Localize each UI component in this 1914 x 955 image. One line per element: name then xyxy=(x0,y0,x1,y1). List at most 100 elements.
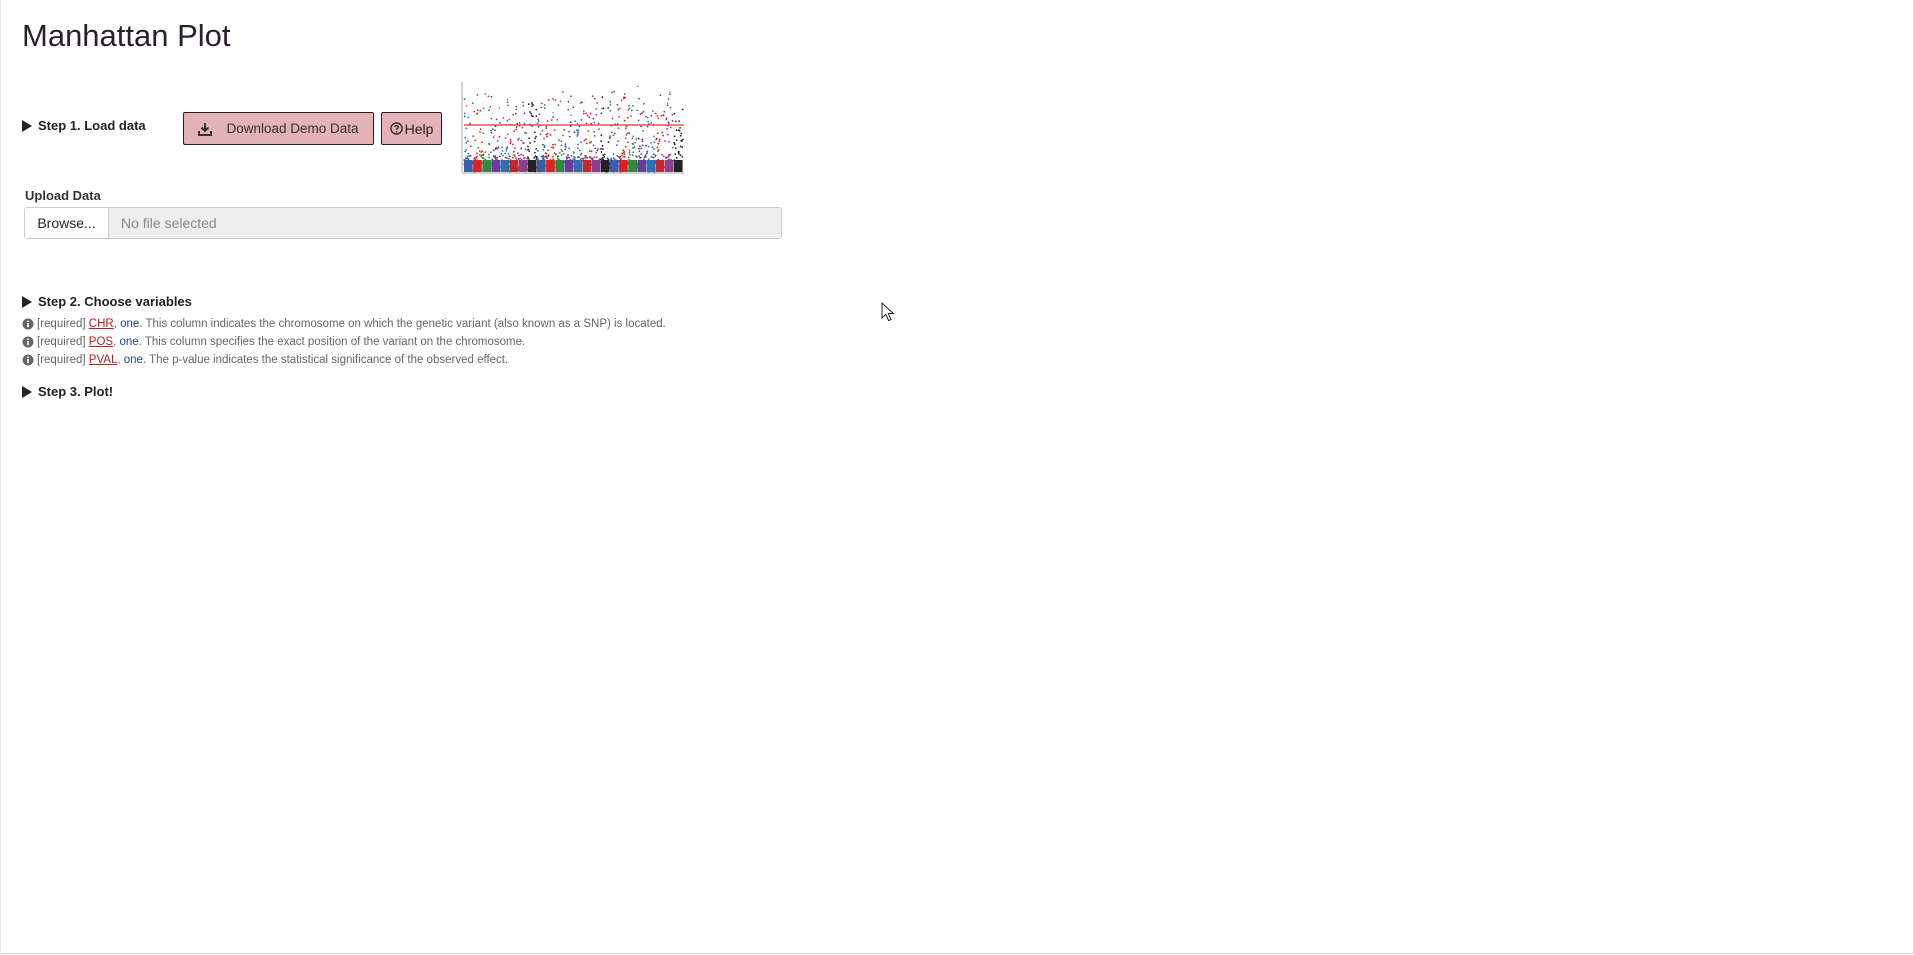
thumbnail-point xyxy=(662,134,664,137)
thumbnail-point xyxy=(577,147,579,150)
thumbnail-point xyxy=(537,118,540,121)
thumbnail-point xyxy=(680,139,683,142)
thumbnail-point xyxy=(680,132,683,135)
thumbnail-point xyxy=(579,149,581,152)
thumbnail-point xyxy=(587,130,590,132)
thumbnail-point xyxy=(681,156,684,158)
thumbnail-point xyxy=(664,140,666,142)
thumbnail-point xyxy=(570,155,573,157)
download-demo-data-label: Download Demo Data xyxy=(226,121,359,136)
thumbnail-point xyxy=(554,99,557,101)
thumbnail-point xyxy=(561,150,564,153)
thumbnail-point xyxy=(592,117,595,120)
thumbnail-point xyxy=(585,112,587,115)
step-1-toggle[interactable]: Step 1. Load data xyxy=(22,118,146,133)
thumbnail-point xyxy=(577,131,580,134)
thumbnail-point xyxy=(654,154,657,156)
thumbnail-point xyxy=(589,142,591,144)
thumbnail-point xyxy=(515,105,517,108)
thumbnail-point xyxy=(611,117,614,120)
thumbnail-point xyxy=(524,157,526,159)
thumbnail-point xyxy=(621,154,623,157)
thumbnail-bar xyxy=(546,160,555,172)
thumbnail-point xyxy=(582,112,585,115)
variable-row-pos: [required] POS, one. This column specifi… xyxy=(22,336,525,348)
thumbnail-point xyxy=(600,140,603,143)
variable-name-chr[interactable]: CHR xyxy=(89,318,114,330)
thumbnail-point xyxy=(642,110,645,113)
thumbnail-point xyxy=(638,147,640,150)
thumbnail-point xyxy=(541,129,544,132)
thumbnail-point xyxy=(653,148,655,150)
thumbnail-point xyxy=(657,150,659,152)
thumbnail-point xyxy=(520,139,523,142)
thumbnail-point xyxy=(488,156,490,159)
thumbnail-point xyxy=(602,107,605,110)
thumbnail-point xyxy=(612,153,615,155)
thumbnail-point xyxy=(639,145,641,148)
thumbnail-point xyxy=(641,144,644,147)
thumbnail-point xyxy=(584,156,587,159)
thumbnail-point xyxy=(673,112,676,115)
thumbnail-point xyxy=(640,153,643,155)
thumbnail-point xyxy=(480,151,483,153)
thumbnail-point xyxy=(588,156,591,158)
thumbnail-point xyxy=(527,145,529,148)
thumbnail-point xyxy=(535,135,537,138)
thumbnail-point xyxy=(567,100,570,103)
thumbnail-bar xyxy=(555,160,564,172)
thumbnail-point xyxy=(554,143,556,146)
thumbnail-point xyxy=(561,91,564,93)
thumbnail-point xyxy=(496,140,499,142)
thumbnail-outlier xyxy=(498,107,500,109)
thumbnail-bar xyxy=(527,160,537,172)
thumbnail-point xyxy=(467,116,470,119)
thumbnail-point xyxy=(520,153,522,156)
thumbnail-point xyxy=(476,109,479,111)
thumbnail-point xyxy=(504,137,507,139)
thumbnail-point xyxy=(624,127,627,130)
thumbnail-point xyxy=(577,129,580,131)
thumbnail-point xyxy=(494,129,496,132)
download-demo-data-button[interactable]: Download Demo Data xyxy=(183,112,374,145)
thumbnail-point xyxy=(666,127,669,130)
thumbnail-point xyxy=(646,125,649,128)
thumbnail-point xyxy=(628,107,631,110)
thumbnail-point xyxy=(515,128,517,131)
thumbnail-point xyxy=(601,148,604,151)
thumbnail-point xyxy=(617,140,619,142)
thumbnail-point xyxy=(530,112,532,115)
thumbnail-point xyxy=(481,141,484,144)
thumbnail-point xyxy=(625,134,628,136)
thumbnail-point xyxy=(578,156,580,159)
thumbnail-point xyxy=(580,119,583,121)
thumbnail-point xyxy=(651,146,654,148)
thumbnail-bar xyxy=(464,160,473,172)
thumbnail-point xyxy=(654,112,657,115)
variable-name-pval[interactable]: PVAL xyxy=(89,354,118,366)
thumbnail-point xyxy=(598,128,600,130)
thumbnail-point xyxy=(666,156,669,159)
thumbnail-point xyxy=(679,127,681,129)
thumbnail-point xyxy=(482,132,485,134)
variable-description: . This column specifies the exact positi… xyxy=(138,336,526,348)
step-2-toggle[interactable]: Step 2. Choose variables xyxy=(22,294,192,309)
thumbnail-point xyxy=(581,158,584,160)
thumbnail-point xyxy=(661,153,663,156)
thumbnail-outlier xyxy=(552,112,554,114)
thumbnail-bar xyxy=(646,160,656,172)
thumbnail-point xyxy=(482,157,485,160)
help-button[interactable]: Help xyxy=(381,112,442,145)
thumbnail-point xyxy=(492,149,495,152)
thumbnail-point xyxy=(662,114,665,117)
variable-name-pos[interactable]: POS xyxy=(89,336,113,348)
thumbnail-point xyxy=(616,103,619,106)
thumbnail-point xyxy=(546,120,549,122)
step-3-toggle[interactable]: Step 3. Plot! xyxy=(22,384,113,399)
thumbnail-point xyxy=(490,131,493,134)
thumbnail-outlier xyxy=(667,102,669,104)
thumbnail-point xyxy=(507,104,510,107)
browse-button[interactable]: Browse... xyxy=(24,207,109,239)
thumbnail-point xyxy=(593,121,596,124)
thumbnail-point xyxy=(557,104,560,106)
